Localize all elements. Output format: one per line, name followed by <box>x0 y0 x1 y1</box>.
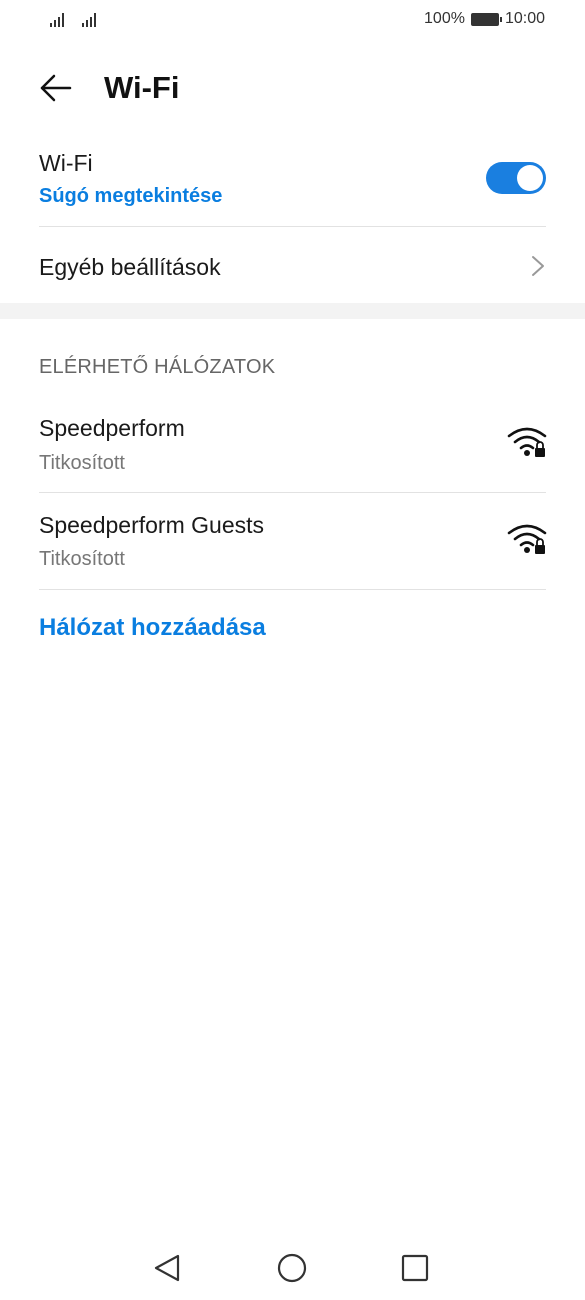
help-link[interactable]: Súgó megtekintése <box>39 185 222 208</box>
network-status: Titkosított <box>39 548 125 570</box>
other-settings-label: Egyéb beállítások <box>39 254 221 280</box>
wifi-lock-icon <box>507 427 547 457</box>
network-name: Speedperform <box>39 415 185 441</box>
navigation-bar <box>0 1236 585 1300</box>
toggle-knob <box>517 165 543 191</box>
wifi-toggle[interactable] <box>486 162 546 194</box>
battery-percent: 100% <box>424 10 465 27</box>
wifi-settings-screen: 100% 10:00 Wi-Fi Wi-Fi Súgó megtekintése… <box>0 0 585 1300</box>
status-right: 100% 10:00 <box>424 10 545 28</box>
network-name: Speedperform Guests <box>39 512 265 538</box>
divider <box>39 589 546 590</box>
arrow-left-icon[interactable] <box>36 68 76 108</box>
network-item[interactable] <box>0 493 585 589</box>
available-networks-header: ELÉRHETŐ HÁLÓZATOK <box>39 356 276 378</box>
network-status: Titkosított <box>39 452 125 474</box>
home-circle-icon[interactable] <box>274 1250 310 1286</box>
signal-icon <box>50 13 64 27</box>
app-header: Wi-Fi <box>0 58 585 118</box>
signal-icon <box>82 13 96 27</box>
battery-icon <box>470 12 502 26</box>
section-separator <box>0 303 585 319</box>
add-network-link[interactable]: Hálózat hozzáadása <box>39 614 266 642</box>
clock: 10:00 <box>504 10 545 27</box>
page-title: Wi-Fi <box>104 70 180 105</box>
chevron-right-icon <box>532 256 544 276</box>
recents-square-icon[interactable] <box>397 1250 433 1286</box>
wifi-lock-icon <box>507 524 547 554</box>
network-item[interactable] <box>0 395 585 491</box>
status-bar: 100% 10:00 <box>0 0 585 40</box>
wifi-label: Wi-Fi <box>39 150 93 176</box>
back-triangle-icon[interactable] <box>150 1250 186 1286</box>
